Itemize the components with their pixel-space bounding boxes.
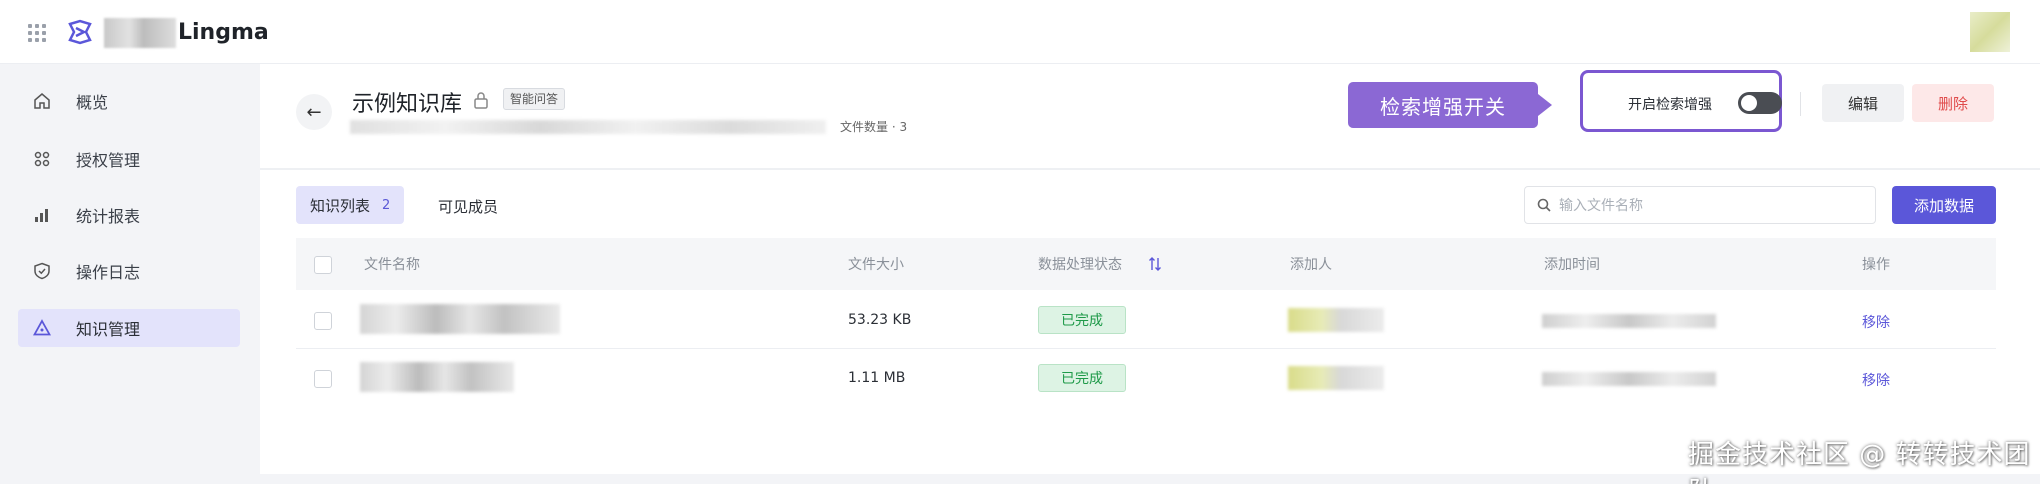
retrieval-toggle-label: 开启检索增强 <box>1628 97 1712 113</box>
sidebar-item-authorization[interactable]: 授权管理 <box>18 140 240 178</box>
status-badge: 已完成 <box>1038 364 1126 392</box>
home-icon <box>32 91 52 111</box>
app-name: Lingma <box>178 20 269 45</box>
blurred-description <box>350 120 826 134</box>
sidebar-item-operation-log[interactable]: 操作日志 <box>18 252 240 290</box>
top-bar: Lingma <box>0 0 2040 64</box>
delete-button[interactable]: 删除 <box>1912 84 1994 122</box>
tab-visible-members[interactable]: 可见成员 <box>438 196 498 217</box>
col-added-time: 添加时间 <box>1544 257 1600 273</box>
apps-icon <box>32 149 52 169</box>
tab-label: 知识列表 <box>310 196 371 215</box>
shield-icon <box>32 261 52 281</box>
status-badge: 已完成 <box>1038 306 1126 334</box>
sidebar-item-label: 知识管理 <box>76 320 141 339</box>
annotation-callout: 检索增强开关 <box>1348 82 1552 128</box>
sidebar-item-label: 授权管理 <box>76 151 141 170</box>
col-added-by: 添加人 <box>1290 257 1332 273</box>
blurred-time <box>1542 372 1716 386</box>
sidebar-item-overview[interactable]: 概览 <box>18 82 240 120</box>
watermark: 掘金技术社区 @ 转转技术团队 <box>1688 440 2031 484</box>
blurred-user <box>1288 308 1384 332</box>
file-count: 文件数量 · 3 <box>840 120 908 134</box>
row-checkbox[interactable] <box>314 312 332 330</box>
app-grid-icon[interactable] <box>28 24 46 42</box>
sidebar-item-label: 概览 <box>76 93 109 112</box>
user-avatar[interactable] <box>1970 12 2010 52</box>
blurred-file-name <box>360 304 560 334</box>
file-size: 1.11 MB <box>848 370 906 386</box>
back-button[interactable]: ← <box>296 94 332 130</box>
lock-icon <box>474 92 488 109</box>
divider <box>1800 92 1801 116</box>
tab-count-badge: 2 <box>382 197 391 213</box>
blurred-file-name <box>360 362 514 392</box>
edit-button[interactable]: 编辑 <box>1822 84 1904 122</box>
col-status: 数据处理状态 <box>1038 257 1122 273</box>
arrow-left-icon: ← <box>306 101 322 123</box>
table-header <box>296 238 1996 290</box>
lingma-logo-icon <box>68 19 92 45</box>
kb-type-tag: 智能问答 <box>503 88 566 110</box>
triangle-icon <box>32 318 52 338</box>
row-divider <box>296 348 1996 349</box>
file-size: 53.23 KB <box>848 312 912 328</box>
blurred-time <box>1542 314 1716 328</box>
row-checkbox[interactable] <box>314 370 332 388</box>
search-icon <box>1537 198 1551 212</box>
sidebar-item-label: 统计报表 <box>76 207 141 226</box>
sidebar-item-statistics[interactable]: 统计报表 <box>18 196 240 234</box>
tab-knowledge-list[interactable]: 知识列表 2 <box>296 186 405 224</box>
blurred-org-name <box>104 18 176 48</box>
toggle-knob <box>1741 95 1757 111</box>
add-data-button[interactable]: 添加数据 <box>1892 186 1996 224</box>
sidebar-item-label: 操作日志 <box>76 263 141 282</box>
bar-chart-icon <box>32 205 52 225</box>
remove-link[interactable]: 移除 <box>1862 370 1890 390</box>
remove-link[interactable]: 移除 <box>1862 312 1890 332</box>
select-all-checkbox[interactable] <box>314 256 332 274</box>
search-placeholder: 输入文件名称 <box>1559 198 1643 214</box>
header-divider <box>260 168 2040 170</box>
sort-icon[interactable] <box>1148 256 1162 272</box>
page-title: 示例知识库 <box>352 92 463 117</box>
col-file-name: 文件名称 <box>364 257 420 273</box>
col-file-size: 文件大小 <box>848 257 904 273</box>
blurred-user <box>1288 366 1384 390</box>
search-input[interactable]: 输入文件名称 <box>1524 186 1876 224</box>
sidebar-item-knowledge[interactable]: 知识管理 <box>18 309 240 347</box>
retrieval-enhance-toggle[interactable] <box>1738 92 1782 114</box>
col-action: 操作 <box>1862 257 1890 273</box>
